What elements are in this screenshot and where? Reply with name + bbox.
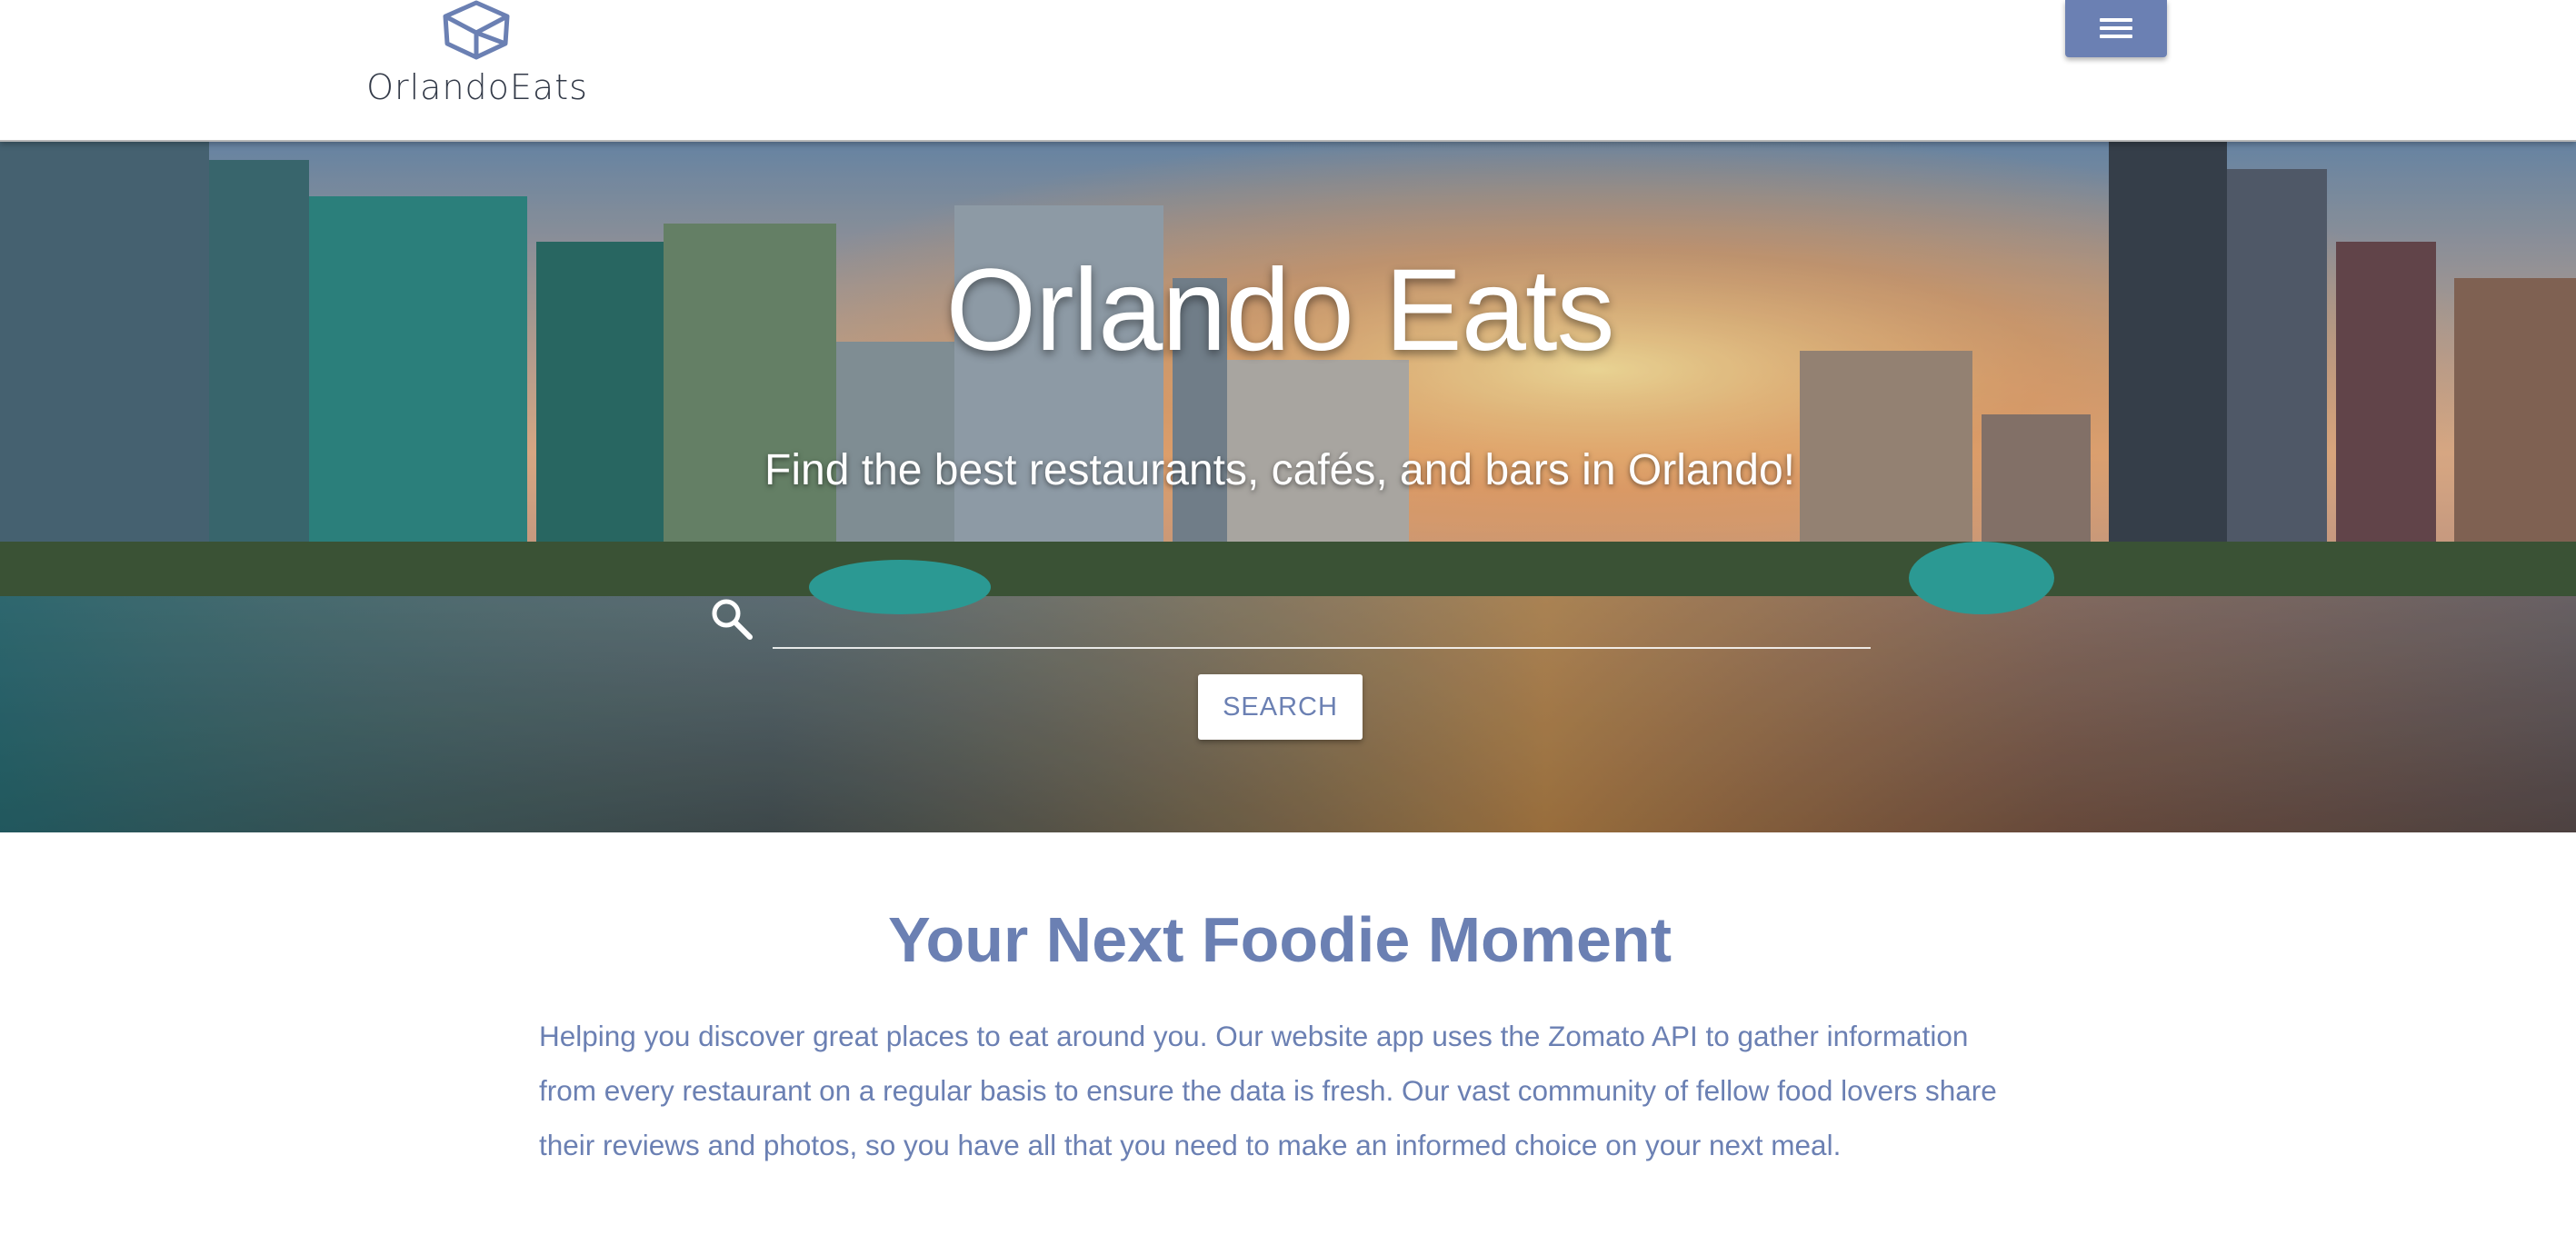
section-description: Helping you discover great places to eat…: [539, 1020, 1997, 1161]
site-logo-link[interactable]: OrlandoEats: [364, 0, 591, 118]
site-header: OrlandoEats: [0, 0, 2576, 142]
cube-logo-icon: [443, 0, 510, 60]
search-icon: [712, 599, 753, 640]
hero-title: Orlando Eats: [945, 245, 1614, 375]
hamburger-menu-icon: [2100, 26, 2132, 30]
menu-button[interactable]: [2065, 0, 2167, 57]
search-button[interactable]: SEARCH: [1198, 674, 1363, 740]
section-title: Your Next Foodie Moment: [887, 904, 1672, 975]
search-input[interactable]: [773, 587, 1871, 649]
hamburger-menu-icon: [2100, 35, 2132, 38]
hero-section: Orlando Eats Find the best restaurants, …: [0, 142, 2576, 832]
logo-text: OrlandoEats: [366, 67, 588, 107]
hamburger-menu-icon: [2100, 18, 2132, 22]
hero-subtitle: Find the best restaurants, cafés, and ba…: [764, 446, 1795, 494]
